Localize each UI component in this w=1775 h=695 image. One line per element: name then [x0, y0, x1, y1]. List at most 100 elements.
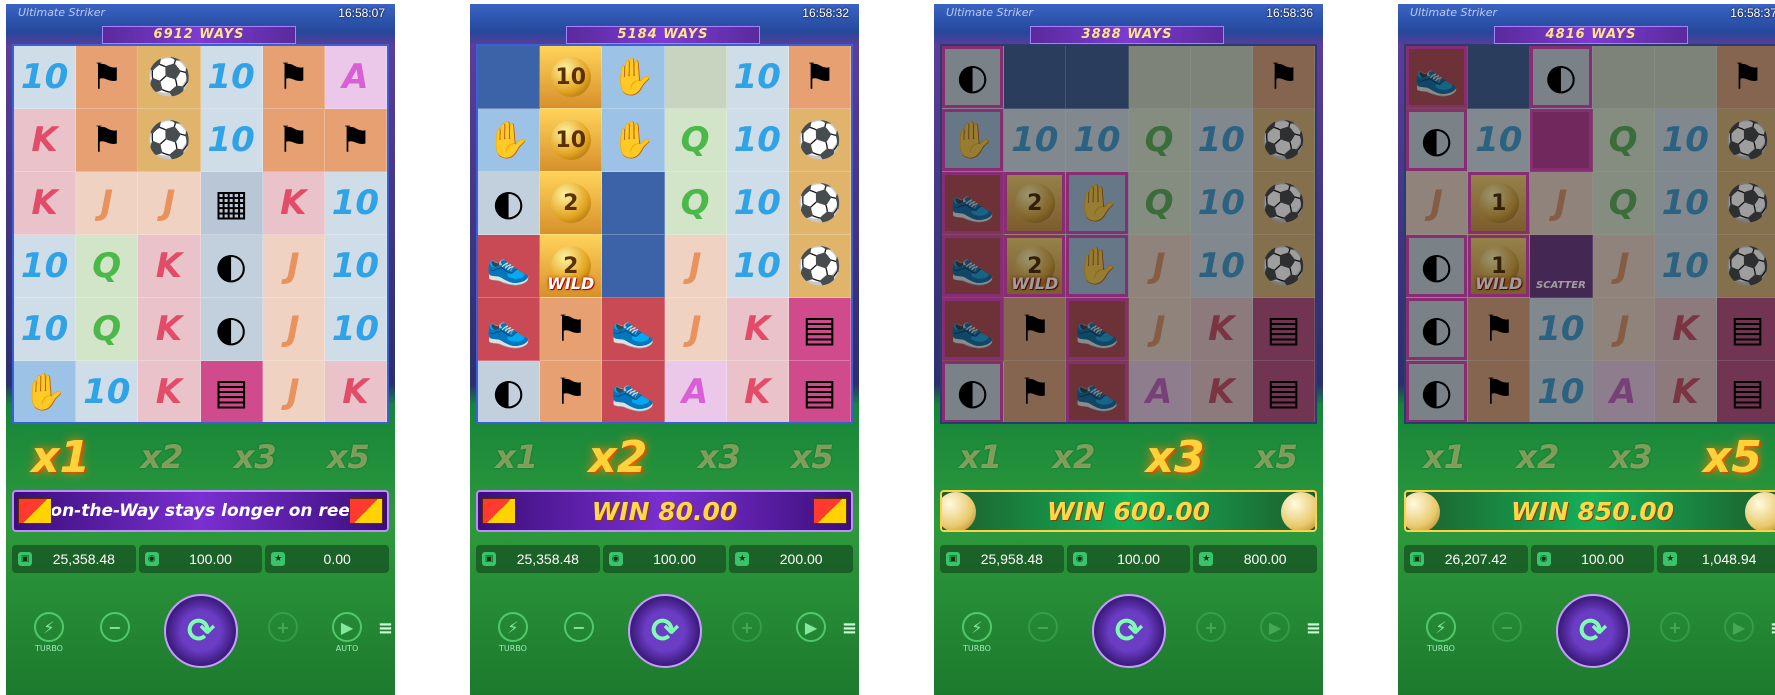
win-label: WIN [1510, 496, 1569, 526]
pale-symbol [1654, 46, 1717, 109]
ticket-symbol: ▤ [788, 361, 851, 422]
whistle-icon: ◐ [215, 308, 247, 350]
turbo-button[interactable]: ⚡ TURBO [962, 612, 992, 653]
card-symbol-j: J [1128, 298, 1191, 361]
decrease-bet-button[interactable]: − [564, 612, 594, 642]
turbo-label: TURBO [499, 644, 527, 653]
whistle-symbol: ◐ [200, 235, 263, 298]
menu-icon[interactable]: ≡ [1306, 618, 1321, 639]
balance-display: ▣ 25,958.48 [940, 545, 1064, 573]
multiplier-track: x1 x2 x3 x5 [470, 428, 859, 486]
whistle-icon: ◐ [215, 245, 247, 287]
multiplier-x5: x5 [790, 438, 834, 476]
card-symbol-10: 10 [324, 235, 387, 298]
flag-symbol: ⚑ [788, 46, 851, 109]
ways-counter: 4816 WAYS [1494, 26, 1688, 44]
card-symbol-10: 10 [1530, 361, 1593, 422]
spin-button[interactable]: ⟳ [1092, 594, 1166, 668]
win-value: 0.00 [323, 551, 351, 567]
autoplay-button[interactable]: ▶ [1260, 612, 1290, 642]
multiplier-x2: x2 [140, 438, 184, 476]
flag-symbol: ⚑ [76, 46, 139, 109]
banner-message: is-on-the-Way stays longer on reels! [27, 501, 374, 521]
win-display: ★ 1,048.94 [1657, 545, 1775, 573]
bet-value: 100.00 [1117, 551, 1160, 567]
card-symbol-j: J [664, 235, 727, 298]
card-symbol-10: 10 [200, 109, 263, 172]
boot-symbol: 👟 [1406, 46, 1469, 109]
increase-bet-button[interactable]: + [732, 612, 762, 642]
stats-bar: ▣ 25,358.48 ◉ 100.00 ★ 0.00 [12, 545, 390, 573]
win-icon: ★ [1199, 552, 1214, 566]
spin-button[interactable]: ⟳ [628, 594, 702, 668]
multiplier-x5: x5 [1254, 438, 1298, 476]
whistle-icon: ◐ [1420, 245, 1453, 287]
glove-icon: ✋ [950, 120, 995, 161]
wild-symbol: 2 [540, 172, 603, 235]
whistle-icon: ◐ [956, 56, 989, 98]
flag-icon: ⚑ [554, 308, 587, 350]
ball-icon: ⚽ [1261, 120, 1306, 161]
autoplay-button[interactable]: ▶ [1724, 612, 1754, 642]
turbo-button[interactable]: ⚡ TURBO [498, 612, 528, 653]
boot-symbol: 👟 [478, 235, 541, 298]
turbo-button[interactable]: ⚡ TURBO [1426, 612, 1456, 653]
spin-button[interactable]: ⟳ [164, 594, 238, 668]
blue-symbol [1468, 46, 1531, 109]
win-value: 1,048.94 [1701, 551, 1757, 567]
card-symbol-10: 10 [1190, 235, 1253, 298]
ticket-symbol: ▤ [200, 361, 263, 422]
flag-symbol: ⚑ [540, 361, 603, 422]
multiplier-track: x1 x2 x3 x5 [1398, 428, 1775, 486]
stats-bar: ▣ 25,958.48 ◉ 100.00 ★ 800.00 [940, 545, 1318, 573]
autoplay-button[interactable]: ▶ AUTO [332, 612, 362, 653]
increase-bet-button[interactable]: + [1660, 612, 1690, 642]
ball-icon: ⚽ [797, 246, 842, 287]
flag-icon: ⚑ [1267, 56, 1300, 98]
boot-icon: 👟 [486, 309, 531, 350]
decrease-bet-button[interactable]: − [100, 612, 130, 642]
clock-time: 16:58:32 [802, 6, 849, 20]
ball-icon: ⚽ [797, 120, 842, 161]
win-value: 200.00 [779, 551, 823, 567]
boot-symbol: 👟 [602, 361, 665, 422]
menu-icon[interactable]: ≡ [842, 618, 857, 639]
auto-label: AUTO [335, 644, 359, 653]
bet-display: ◉ 100.00 [602, 545, 727, 573]
decrease-bet-button[interactable]: − [1492, 612, 1522, 642]
card-symbol-k: K [1190, 298, 1253, 361]
card-symbol-q: Q [1128, 172, 1191, 235]
whistle-symbol: ◐ [942, 361, 1005, 422]
increase-bet-button[interactable]: + [1196, 612, 1226, 642]
glove-symbol: ✋ [942, 109, 1005, 172]
multiplier-x3: x3 [233, 438, 277, 476]
ticket-icon: ▤ [1266, 371, 1301, 413]
card-symbol-j: J [1406, 172, 1469, 235]
menu-icon[interactable]: ≡ [1770, 618, 1775, 639]
wild-label: WILD [1475, 274, 1523, 293]
whistle-icon: ◐ [1420, 119, 1453, 161]
ball-icon: ⚽ [1261, 246, 1306, 287]
game-screen: Ultimate Striker 16:58:37 4816 WAYS 👟 ◐ ⚑ ◐ 10 Q… [1398, 4, 1775, 695]
scatter-label: SCATTER [1536, 280, 1586, 291]
spin-button[interactable]: ⟳ [1556, 594, 1630, 668]
win-value: 80.00 [658, 496, 738, 526]
autoplay-button[interactable]: ▶ [796, 612, 826, 642]
wild-label: WILD [1011, 274, 1059, 293]
flag-icon: ⚑ [277, 56, 310, 98]
coin-icon: ◉ [1072, 552, 1087, 566]
multiplier-x3: x3 [1145, 431, 1205, 483]
boot-icon: 👟 [486, 246, 531, 287]
flag-icon: ⚑ [339, 119, 372, 161]
menu-icon[interactable]: ≡ [378, 618, 393, 639]
win-value: 600.00 [1113, 496, 1210, 526]
wild-symbol: 1 WILD [1468, 235, 1531, 298]
increase-bet-button[interactable]: + [268, 612, 298, 642]
coin-icon: ◉ [608, 552, 623, 566]
ball-symbol: ⚽ [138, 109, 201, 172]
decrease-bet-button[interactable]: − [1028, 612, 1058, 642]
card-symbol-k: K [1190, 361, 1253, 422]
turbo-button[interactable]: ⚡ TURBO [34, 612, 64, 653]
multiplier-x1: x1 [959, 438, 1003, 476]
blue-symbol [602, 235, 665, 298]
